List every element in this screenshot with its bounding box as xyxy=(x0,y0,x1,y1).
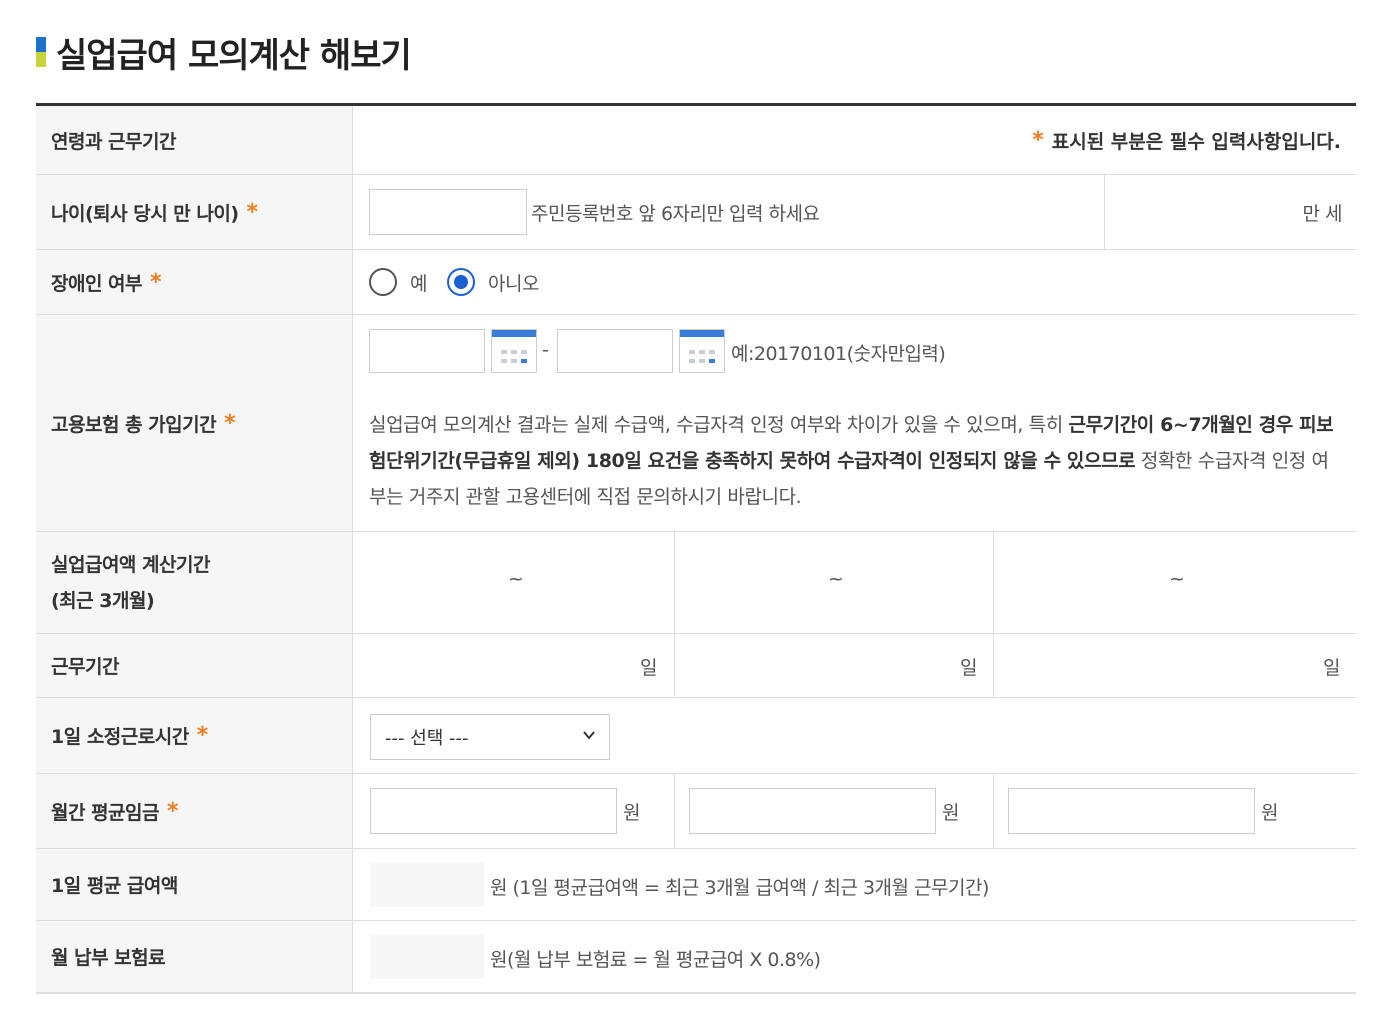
title-accent-bar xyxy=(36,37,46,67)
disability-yes-label[interactable]: 예 xyxy=(410,269,427,296)
disability-no-label[interactable]: 아니오 xyxy=(488,269,539,296)
monthly-wage-input-2[interactable] xyxy=(689,788,936,834)
required-asterisk-icon: * xyxy=(196,723,209,748)
required-asterisk-icon: * xyxy=(246,199,259,225)
insurance-period-row: 고용보험 총 가입기간 * - 예:20170101(숫자만입력) 실업급여 모… xyxy=(36,315,1356,532)
calc-period-cell-2: ~ xyxy=(828,568,844,590)
end-date-input[interactable] xyxy=(557,329,673,373)
date-separator: - xyxy=(542,339,549,361)
age-row: 나이(퇴사 당시 만 나이) * 주민등록번호 앞 6자리만 입력 하세요 만 … xyxy=(36,175,1356,250)
header-label: 연령과 근무기간 xyxy=(36,106,353,174)
required-note: 표시된 부분은 필수 입력사항입니다. xyxy=(1051,130,1341,153)
insurance-notice: 실업급여 모의계산 결과는 실제 수급액, 수급자격 인정 여부와 차이가 있을… xyxy=(369,414,1334,508)
header-note-cell: * 표시된 부분은 필수 입력사항입니다. xyxy=(354,106,1356,174)
monthly-premium-row: 월 납부 보험료 원(월 납부 보험료 = 월 평균급여 X 0.8%) xyxy=(36,921,1356,994)
calc-period-row: 실업급여액 계산기간 (최근 3개월) ~ ~ ~ xyxy=(36,532,1356,634)
age-hint: 주민등록번호 앞 6자리만 입력 하세요 xyxy=(531,203,820,225)
required-asterisk-icon: * xyxy=(150,269,162,295)
calc-period-cell-3: ~ xyxy=(1169,568,1185,590)
required-asterisk-icon: * xyxy=(167,798,179,824)
daily-hours-selected: --- 선택 --- xyxy=(385,728,469,749)
disability-no-radio[interactable] xyxy=(447,268,475,296)
monthly-wage-unit-1: 원 xyxy=(623,802,640,824)
chevron-down-icon xyxy=(583,731,595,740)
monthly-premium-note: 원(월 납부 보험료 = 월 평균급여 X 0.8%) xyxy=(490,949,821,971)
calc-period-sublabel: (최근 3개월) xyxy=(51,589,155,612)
monthly-wage-input-1[interactable] xyxy=(370,788,617,834)
required-asterisk-icon: * xyxy=(224,410,236,436)
start-date-input[interactable] xyxy=(369,329,485,373)
monthly-wage-row: 월간 평균임금 * 원 원 원 xyxy=(36,774,1356,849)
work-days-row: 근무기간 일 일 일 xyxy=(36,634,1356,698)
monthly-wage-unit-2: 원 xyxy=(942,802,959,824)
monthly-premium-value xyxy=(370,935,484,979)
end-calendar-icon[interactable] xyxy=(679,329,725,373)
date-example: 예:20170101(숫자만입력) xyxy=(731,343,946,365)
monthly-wage-input-3[interactable] xyxy=(1008,788,1255,834)
monthly-wage-label: 월간 평균임금 xyxy=(51,801,160,824)
work-days-label: 근무기간 xyxy=(36,634,353,697)
disability-label: 장애인 여부 xyxy=(51,272,143,295)
daily-benefit-value xyxy=(370,863,484,907)
form-header-row: 연령과 근무기간 * 표시된 부분은 필수 입력사항입니다. xyxy=(36,106,1356,175)
daily-hours-row: 1일 소정근로시간 * --- 선택 --- xyxy=(36,698,1356,774)
work-days-unit-2: 일 xyxy=(960,657,977,679)
age-label: 나이(퇴사 당시 만 나이) xyxy=(51,202,239,225)
monthly-wage-unit-3: 원 xyxy=(1261,802,1278,824)
monthly-premium-label: 월 납부 보험료 xyxy=(36,921,353,992)
disability-yes-radio[interactable] xyxy=(369,268,397,296)
required-asterisk-icon: * xyxy=(1032,127,1044,153)
page-title-area: 실업급여 모의계산 해보기 xyxy=(36,28,412,76)
calc-period-label: 실업급여액 계산기간 xyxy=(51,553,210,576)
calc-period-cell-1: ~ xyxy=(508,568,524,590)
age-input[interactable] xyxy=(369,189,527,235)
page-title: 실업급여 모의계산 해보기 xyxy=(56,35,412,76)
disability-row: 장애인 여부 * 예 아니오 xyxy=(36,250,1356,315)
daily-benefit-label: 1일 평균 급여액 xyxy=(36,849,353,920)
daily-hours-label: 1일 소정근로시간 xyxy=(51,726,189,748)
start-calendar-icon[interactable] xyxy=(491,329,537,373)
calculator-form: 연령과 근무기간 * 표시된 부분은 필수 입력사항입니다. 나이(퇴사 당시 … xyxy=(36,103,1356,994)
work-days-unit-1: 일 xyxy=(640,657,657,679)
insurance-period-label: 고용보험 총 가입기간 xyxy=(51,413,217,436)
daily-benefit-note: 원 (1일 평균급여액 = 최근 3개월 급여액 / 최근 3개월 근무기간) xyxy=(490,877,989,899)
daily-hours-select[interactable]: --- 선택 --- xyxy=(370,714,610,760)
daily-benefit-row: 1일 평균 급여액 원 (1일 평균급여액 = 최근 3개월 급여액 / 최근 … xyxy=(36,849,1356,921)
age-result-unit: 만 세 xyxy=(1302,203,1343,225)
work-days-unit-3: 일 xyxy=(1323,657,1340,679)
